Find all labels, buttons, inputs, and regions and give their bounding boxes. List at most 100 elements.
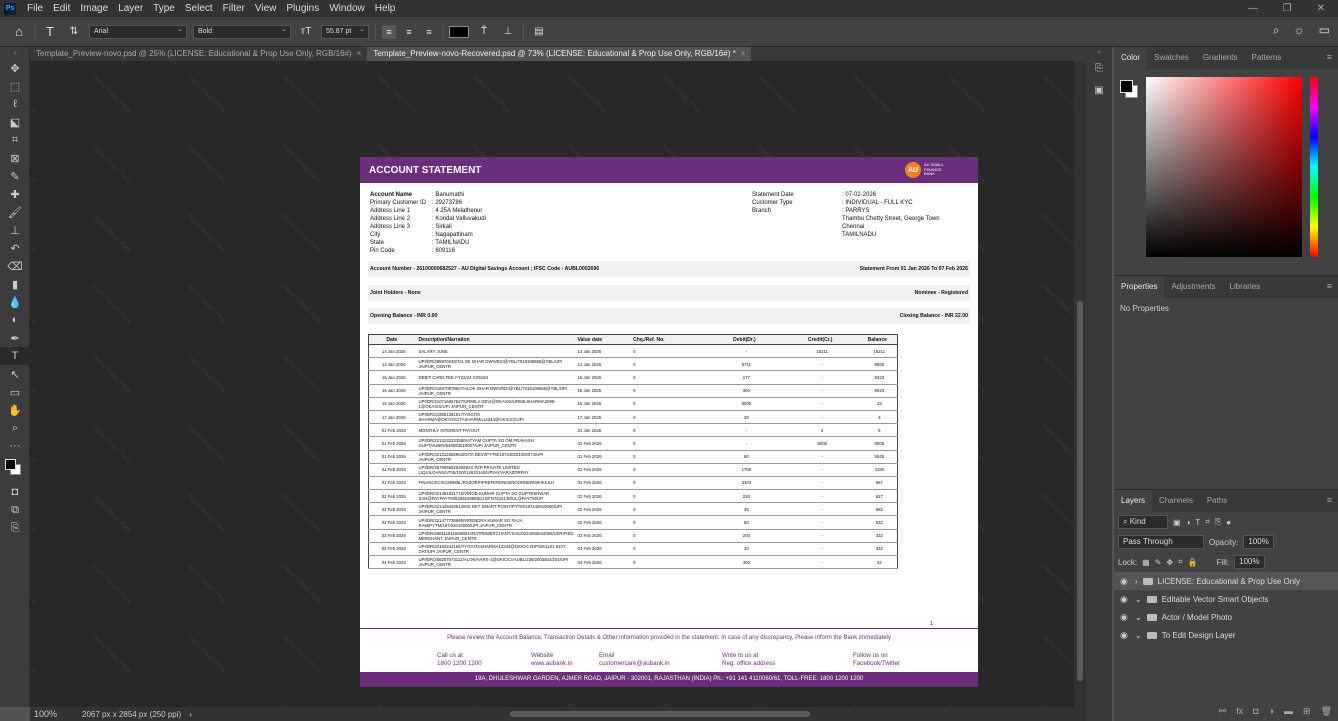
pen-tool-icon[interactable]: ✒ bbox=[0, 329, 30, 347]
tab-paths[interactable]: Paths bbox=[1200, 490, 1234, 512]
menu-image[interactable]: Image bbox=[75, 0, 113, 17]
tab-adjustments[interactable]: Adjustments bbox=[1164, 276, 1222, 298]
expand-icon[interactable]: › bbox=[1135, 577, 1138, 586]
share-icon[interactable]: ⎘ bbox=[0, 519, 30, 537]
filter-pixel-icon[interactable]: ▣ bbox=[1173, 518, 1181, 527]
zoom-level[interactable]: 100% bbox=[34, 709, 74, 719]
clone-stamp-tool-icon[interactable]: ⊥ bbox=[0, 221, 30, 239]
menu-edit[interactable]: Edit bbox=[48, 0, 75, 17]
menu-type[interactable]: Type bbox=[148, 0, 180, 17]
search-icon[interactable]: ⌕ bbox=[1273, 23, 1280, 38]
hue-slider[interactable] bbox=[1310, 77, 1318, 257]
panel-menu-icon[interactable]: ≡ bbox=[1327, 281, 1332, 291]
menu-help[interactable]: Help bbox=[370, 0, 401, 17]
filter-adjustment-icon[interactable]: ◑ bbox=[1186, 518, 1191, 527]
tab-document-1[interactable]: Template_Preview-novo.psd @ 25% (LICENSE… bbox=[30, 47, 367, 61]
blend-mode-select[interactable]: Pass Through bbox=[1118, 535, 1204, 549]
more-tools-icon[interactable]: ··· bbox=[0, 437, 30, 455]
align-right-icon[interactable]: ≡ bbox=[422, 25, 436, 39]
brush-tool-icon[interactable]: 🖌 bbox=[0, 203, 30, 221]
path-selection-tool-icon[interactable]: ↖ bbox=[0, 365, 30, 383]
object-select-tool-icon[interactable]: ⬕ bbox=[0, 113, 30, 131]
filter-type-icon[interactable]: T bbox=[1195, 518, 1200, 527]
dodge-tool-icon[interactable]: ◐ bbox=[0, 311, 30, 329]
filter-shape-icon[interactable]: ⌗ bbox=[1205, 517, 1210, 527]
eye-icon[interactable]: ◉ bbox=[1120, 576, 1130, 587]
expand-icon[interactable]: ⌄ bbox=[1135, 613, 1142, 622]
menu-select[interactable]: Select bbox=[180, 0, 218, 17]
panel-menu-icon[interactable]: ≡ bbox=[1327, 495, 1332, 505]
fx-icon[interactable]: fx bbox=[1236, 706, 1243, 717]
lock-transparency-icon[interactable]: ▦ bbox=[1142, 558, 1150, 567]
toggle-orientation-icon[interactable]: ⇅ bbox=[65, 26, 83, 37]
quick-mask-icon[interactable]: ◘ bbox=[0, 483, 30, 501]
eye-icon[interactable]: ◉ bbox=[1120, 594, 1130, 605]
tab-properties[interactable]: Properties bbox=[1114, 276, 1165, 298]
layer-row[interactable]: ◉ ⌄ Editable Vector Smart Objects bbox=[1114, 590, 1338, 608]
font-style-select[interactable]: Bold bbox=[193, 24, 291, 39]
lock-position-icon[interactable]: ✥ bbox=[1166, 558, 1173, 567]
status-arrow-icon[interactable]: › bbox=[189, 710, 192, 719]
frame-tool-icon[interactable]: ⊠ bbox=[0, 149, 30, 167]
tab-channels[interactable]: Channels bbox=[1152, 490, 1200, 512]
gradient-tool-icon[interactable]: ▮ bbox=[0, 275, 30, 293]
blur-tool-icon[interactable]: 💧 bbox=[0, 293, 30, 311]
menu-layer[interactable]: Layer bbox=[113, 0, 148, 17]
marquee-tool-icon[interactable]: ⬚ bbox=[0, 77, 30, 95]
menu-plugins[interactable]: Plugins bbox=[281, 0, 324, 17]
tab-color[interactable]: Color bbox=[1114, 47, 1148, 69]
tab-swatches[interactable]: Swatches bbox=[1147, 47, 1196, 69]
align-center-icon[interactable]: ≡ bbox=[402, 25, 416, 39]
healing-brush-tool-icon[interactable]: ✚ bbox=[0, 185, 30, 203]
lock-artboard-icon[interactable]: ⌗ bbox=[1178, 557, 1183, 567]
screen-mode-icon[interactable]: ⧉ bbox=[0, 501, 30, 519]
filter-smart-icon[interactable]: ⎘ bbox=[1215, 517, 1221, 527]
opacity-input[interactable]: 100% bbox=[1243, 535, 1274, 549]
collapse-icon[interactable]: » bbox=[0, 47, 30, 59]
character-panel-icon[interactable]: ▤ bbox=[530, 26, 548, 37]
close-tab-icon[interactable]: × bbox=[741, 49, 746, 58]
rectangle-tool-icon[interactable]: ▭ bbox=[0, 383, 30, 401]
vertical-scrollbar[interactable] bbox=[1074, 61, 1086, 707]
fill-input[interactable]: 100% bbox=[1234, 555, 1265, 569]
color-swatches[interactable] bbox=[0, 455, 29, 483]
filter-toggle-icon[interactable]: ● bbox=[1226, 518, 1231, 527]
menu-filter[interactable]: Filter bbox=[218, 0, 250, 17]
trash-icon[interactable]: 🗑 bbox=[1321, 706, 1332, 717]
type-tool-preset-icon[interactable]: T bbox=[41, 24, 59, 39]
tab-libraries[interactable]: Libraries bbox=[1223, 276, 1268, 298]
move-tool-icon[interactable]: ✥ bbox=[0, 59, 30, 77]
history-brush-tool-icon[interactable]: ↶ bbox=[0, 239, 30, 257]
kind-filter[interactable]: ⌕ Kind bbox=[1118, 515, 1168, 529]
close-tab-icon[interactable]: × bbox=[357, 49, 362, 58]
cancel-icon[interactable]: ⊥ bbox=[499, 26, 517, 37]
layer-row[interactable]: ◉ ⌄ To Edit Design Layer bbox=[1114, 626, 1338, 644]
font-family-select[interactable]: Arial bbox=[89, 24, 187, 39]
align-left-icon[interactable]: ≡ bbox=[382, 24, 396, 39]
lock-all-icon[interactable]: 🔒 bbox=[1188, 558, 1198, 567]
horizontal-scrollbar[interactable] bbox=[510, 711, 810, 717]
eye-icon[interactable]: ◉ bbox=[1120, 630, 1130, 641]
foreground-swatch[interactable] bbox=[1120, 80, 1133, 93]
restore-button[interactable]: ❐ bbox=[1270, 0, 1304, 17]
tab-layers[interactable]: Layers bbox=[1114, 490, 1153, 512]
eye-icon[interactable]: ◉ bbox=[1120, 612, 1130, 623]
statement-document[interactable]: ACCOUNT STATEMENT AU AU SMALL FINANCE BA… bbox=[360, 157, 978, 687]
menu-view[interactable]: View bbox=[250, 0, 282, 17]
minimize-button[interactable]: — bbox=[1236, 0, 1270, 17]
expand-icon[interactable]: ⌄ bbox=[1135, 595, 1142, 604]
type-tool-icon[interactable]: T bbox=[0, 347, 30, 365]
foreground-color[interactable] bbox=[5, 459, 16, 470]
tab-gradients[interactable]: Gradients bbox=[1196, 47, 1245, 69]
zoom-tool-icon[interactable]: ⌕ bbox=[0, 419, 30, 437]
color-field[interactable] bbox=[1146, 77, 1302, 257]
tab-document-2[interactable]: Template_Preview-novo-Recovered.psd @ 73… bbox=[367, 47, 752, 61]
eyedropper-tool-icon[interactable]: ✎ bbox=[0, 167, 30, 185]
workspace-icon[interactable]: ▭ bbox=[1319, 23, 1330, 38]
menu-window[interactable]: Window bbox=[324, 0, 370, 17]
link-icon[interactable]: ⚯ bbox=[1219, 706, 1227, 717]
expand-icon[interactable]: ⌄ bbox=[1135, 631, 1142, 640]
layer-row[interactable]: ◉ › LICENSE: Educational & Prop Use Only bbox=[1114, 572, 1338, 590]
hand-tool-icon[interactable]: ✋ bbox=[0, 401, 30, 419]
tab-patterns[interactable]: Patterns bbox=[1245, 47, 1289, 69]
